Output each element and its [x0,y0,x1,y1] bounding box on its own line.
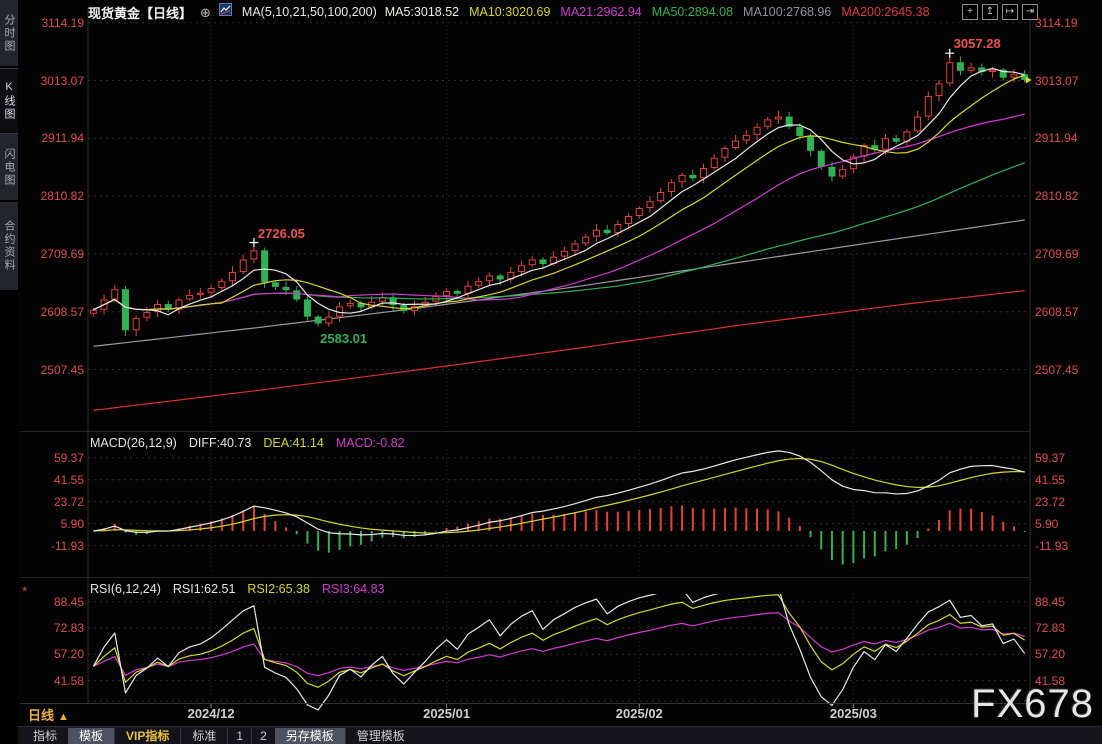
rsi-tick-left-0: 88.45 [24,595,84,609]
ma-values-group: MA5:3018.52 MA10:3020.69 MA21:2962.94 MA50:… [385,3,940,21]
month-label-2025/01: 2025/01 [407,706,487,721]
macd-header-part-1: DIFF:40.73 [189,436,252,450]
main-price-tick-right-3: 2810.82 [1035,189,1097,203]
macd-tick-left-0: 59.37 [24,451,84,465]
period-label[interactable]: 日线 ▲ [28,705,69,724]
sidebar-tab-time-chart[interactable]: 分时图 [0,0,18,68]
topbar: 现货黄金【日线】 ⊕ MA(5,10,21,50,100,200) MA5:30… [88,0,940,24]
month-label-2024/12: 2024/12 [171,706,251,721]
ma-value-4: MA100:2768.96 [743,5,831,19]
toolbar-item-vip-indicator[interactable]: VIP指标 [114,728,180,744]
macd-header-part-0: MACD(26,12,9) [90,436,177,450]
macd-header-part-3: MACD:-0.82 [336,436,405,450]
rsi-tick-right-0: 88.45 [1035,595,1097,609]
month-label-2025/02: 2025/02 [599,706,679,721]
trading-app-window: 分时图K线图闪电图合约资料 现货黄金【日线】 ⊕ MA(5,10,21,50,1… [0,0,1102,744]
symbol-title: 现货黄金【日线】 [88,3,192,22]
rsi-header-part-1: RSI1:62.51 [173,582,236,596]
main-price-tick-left-2: 2911.94 [24,131,84,145]
macd-tick-right-2: 23.72 [1035,495,1097,509]
main-price-tick-left-6: 2507.45 [24,363,84,377]
toolbar-item-standard[interactable]: 标准 [180,728,227,744]
ma-value-3: MA50:2894.08 [652,5,733,19]
macd-header-part-2: DEA:41.14 [263,436,323,450]
toolbar-item-1[interactable]: 1 [227,728,251,744]
price-annotation-3057.28: 3057.28 [954,36,1001,51]
sidebar-tab-contract-info[interactable]: 合约资料 [0,202,18,292]
macd-tick-right-4: -11.93 [1035,539,1097,553]
sidebar-tab-lightning-chart[interactable]: 闪电图 [0,134,18,202]
axis-pan-icon[interactable]: ↦ [1002,4,1018,20]
macd-tick-right-3: 5.90 [1035,517,1097,531]
macd-tick-left-3: 5.90 [24,517,84,531]
toolbar-item-2[interactable]: 2 [251,728,275,744]
price-annotation-2583.01: 2583.01 [320,331,367,346]
rsi-tick-left-3: 41.58 [24,674,84,688]
ma-value-2: MA21:2962.94 [560,5,641,19]
add-overlay-icon[interactable]: ⊕ [200,6,211,19]
macd-tick-left-1: 41.55 [24,473,84,487]
rsi-tick-left-1: 72.83 [24,621,84,635]
toolbar-item-save-template[interactable]: 另存模板 [275,728,345,744]
main-price-tick-right-5: 2608.57 [1035,305,1097,319]
crosshair-tool-icon[interactable]: + [962,4,978,20]
macd-tick-right-0: 59.37 [1035,451,1097,465]
rsi-header-part-3: RSI3:64.83 [322,582,385,596]
main-price-tick-left-1: 3013.07 [24,74,84,88]
bottom-toolbar: 指标模板VIP指标标准12另存模板管理模板 [18,726,1102,744]
period-arrow-icon: ▲ [58,711,69,723]
main-price-tick-right-6: 2507.45 [1035,363,1097,377]
time-axis-separator [20,703,1032,704]
toolbar-item-template[interactable]: 模板 [68,728,114,744]
period-text: 日线 [28,708,54,723]
toolbar-item-manage-template[interactable]: 管理模板 [345,728,416,744]
mini-line-chart-icon [219,3,232,21]
main-price-tick-left-0: 3114.19 [24,16,84,30]
rsi-tick-right-1: 72.83 [1035,621,1097,635]
chart-tool-buttons: +↥↦⇥ [962,4,1038,20]
rsi-tick-left-2: 57.20 [24,647,84,661]
ma-value-0: MA5:3018.52 [385,5,459,19]
macd-tick-left-4: -11.93 [24,539,84,553]
main-price-tick-right-0: 3114.19 [1035,16,1097,30]
axis-zoom-icon[interactable]: ↥ [982,4,998,20]
main-price-tick-left-4: 2709.69 [24,247,84,261]
main-price-tick-left-5: 2608.57 [24,305,84,319]
macd-tick-left-2: 23.72 [24,495,84,509]
main-price-tick-left-3: 2810.82 [24,189,84,203]
watermark: FX678 [971,682,1094,727]
chart-canvas[interactable] [0,0,1102,744]
macd-tick-right-1: 41.55 [1035,473,1097,487]
toolbar-item-indicator[interactable]: 指标 [22,728,68,744]
rsi-tick-right-2: 57.20 [1035,647,1097,661]
left-tab-rail: 分时图K线图闪电图合约资料 [0,0,18,744]
ma-value-5: MA200:2645.38 [841,5,929,19]
month-label-2025/03: 2025/03 [813,706,893,721]
macd-header: MACD(26,12,9) DIFF:40.73 DEA:41.14 MACD:-0.… [90,436,405,450]
ma-params-label: MA(5,10,21,50,100,200) [242,5,377,19]
rsi-header: RSI(6,12,24) RSI1:62.51 RSI2:65.38 RSI3:64.… [90,582,385,596]
main-price-tick-right-2: 2911.94 [1035,131,1097,145]
main-price-tick-right-1: 3013.07 [1035,74,1097,88]
rsi-header-part-0: RSI(6,12,24) [90,582,161,596]
ma-value-1: MA10:3020.69 [469,5,550,19]
sidebar-tab-kline-chart[interactable]: K线图 [0,68,18,134]
rsi-header-part-2: RSI2:65.38 [247,582,310,596]
price-annotation-2726.05: 2726.05 [258,226,305,241]
main-price-tick-right-4: 2709.69 [1035,247,1097,261]
